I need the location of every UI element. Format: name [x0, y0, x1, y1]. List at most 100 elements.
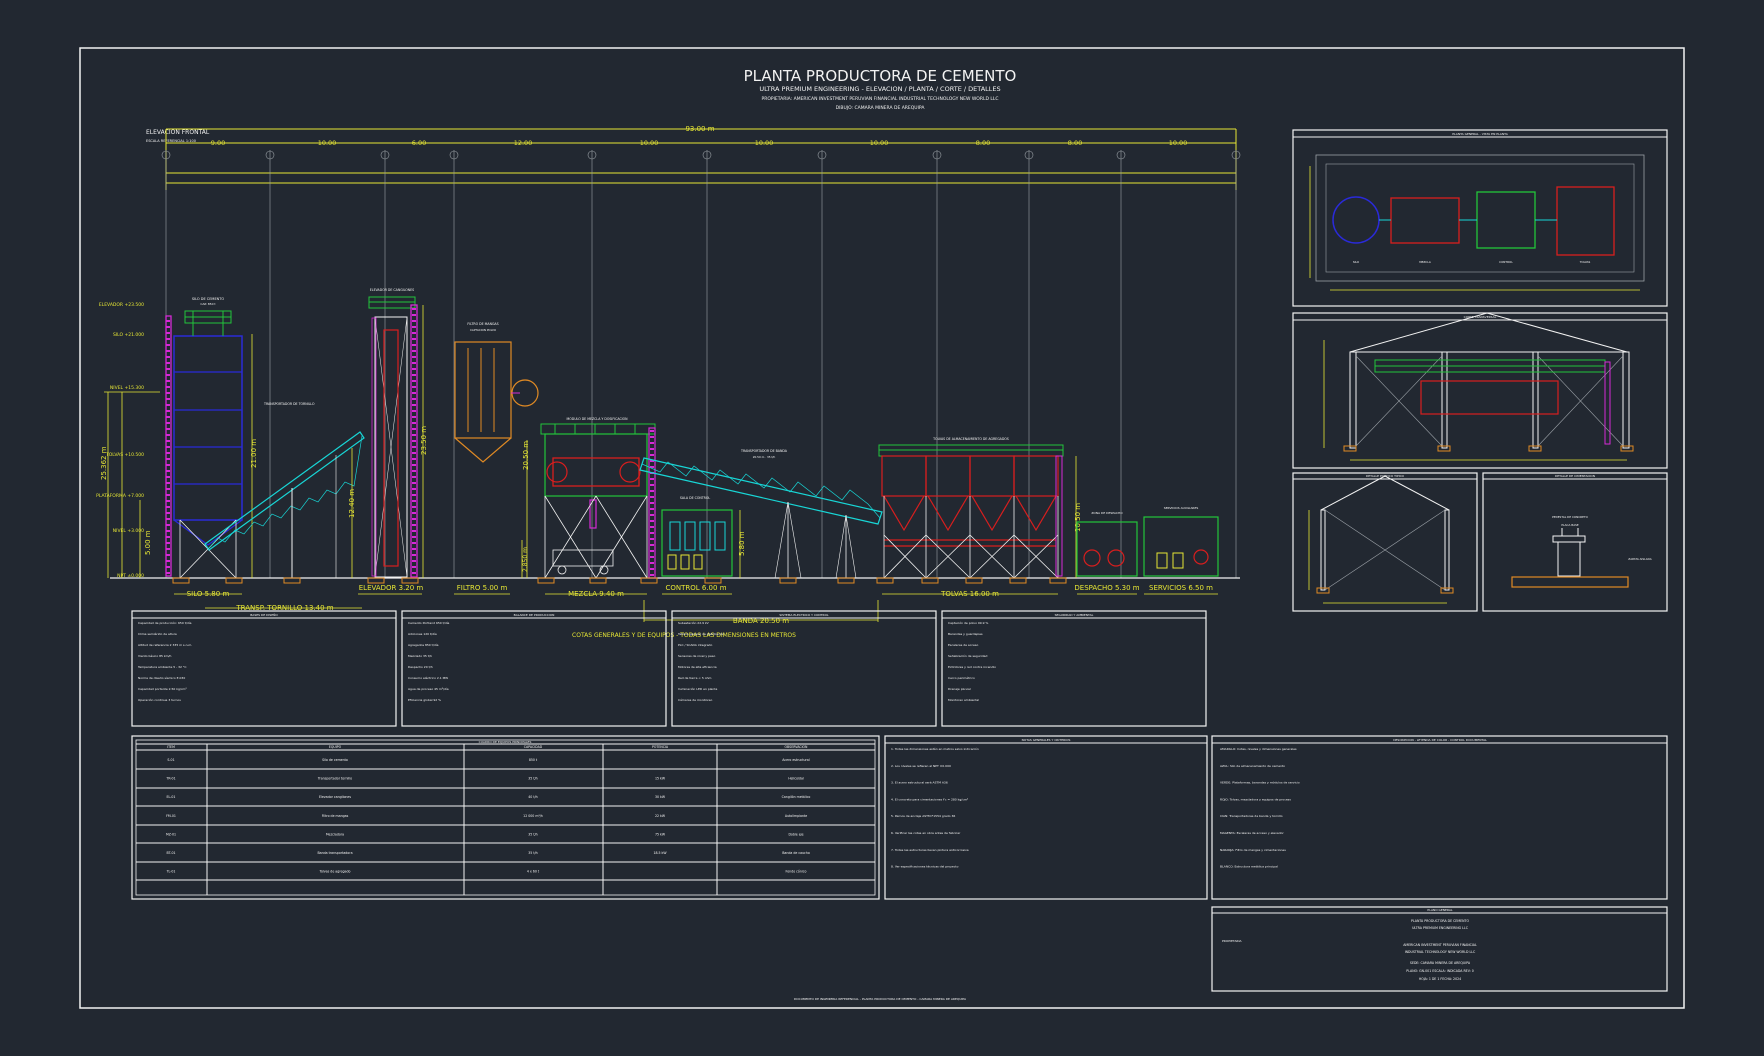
table-cell: 75 kW	[655, 832, 666, 836]
info-box-line: Cámaras de monitoreo	[678, 698, 713, 702]
note-line: 4. El concreto para cimentaciones f'c = …	[891, 797, 969, 801]
table-header: CAPACIDAD	[524, 745, 543, 749]
footer-note: DOCUMENTO DE INGENIERIA REFERENCIAL - PL…	[794, 997, 967, 1001]
span-label: 10.00	[755, 139, 774, 147]
table-header: EQUIPO	[329, 745, 342, 749]
info-box-title: BALANCE DE PRODUCCION	[514, 613, 555, 617]
info-box-line: Viento básico 85 km/h	[138, 654, 172, 658]
info-box-title: SISTEMA ELECTRICO Y CONTROL	[779, 613, 829, 617]
info-box-line: Drenaje pluvial	[948, 687, 971, 691]
width-label: SILO 5.80 m	[187, 590, 230, 598]
info-box-line: Sensores de nivel y peso	[678, 654, 715, 658]
plan-label: MEZCLA	[1419, 260, 1431, 264]
level-label: SILO +21.000	[113, 332, 144, 338]
callout-filtro: FILTRO DE MANGAS	[467, 322, 498, 326]
callout-tornillo: TRANSPORTADOR DE TORNILLO	[263, 402, 315, 406]
span-label: 10.00	[640, 139, 659, 147]
span-label: 6.00	[412, 139, 426, 147]
info-box-line: Eficiencia global 92 %	[408, 698, 441, 702]
info-box-line: Clima semiárido de altura	[138, 632, 177, 636]
legend-line: VERDE: Plataformas, barandas y módulos d…	[1220, 781, 1300, 785]
info-box-line: Norma de diseño sísmico E.030	[138, 676, 185, 680]
info-box-line: Consumo eléctrico 2.1 MW	[408, 676, 448, 680]
elevation-label: ELEVACION FRONTAL	[146, 129, 210, 136]
table-cell: 850 t	[529, 758, 538, 762]
table-cell: 35 t/h	[528, 832, 537, 836]
drawing-sheet: PLANTA PRODUCTORA DE CEMENTO ULTRA PREMI…	[0, 0, 1764, 1056]
table-cell: S-01	[167, 758, 174, 762]
drawn-line: DIBUJO: CAMARA MINERA DE AREQUIPA	[836, 105, 926, 111]
table-cell: Silo de cemento	[322, 758, 348, 762]
table-cell: 35 t/h	[528, 777, 537, 781]
info-box-line: Red de tierra < 5 ohm	[678, 676, 711, 680]
width-label: FILTRO 5.00 m	[457, 584, 508, 592]
width-label: SERVICIOS 6.50 m	[1149, 584, 1213, 592]
title-block-line: SEDE: CAMARA MINERA DE AREQUIPA	[1410, 961, 1471, 965]
table-cell: 18.5 kW	[653, 851, 667, 855]
info-box-line: Altitud de referencia 2 335 m s.n.m.	[138, 643, 192, 647]
width-label: CONTROL 6.00 m	[665, 584, 726, 592]
note-line: 8. Ver especificaciones técnicas del pro…	[891, 865, 959, 869]
note-line: 5. Pernos de anclaje ASTM F1554 grado 36	[891, 814, 955, 818]
info-box-line: Capacidad portante 2.50 kg/cm²	[138, 687, 187, 691]
info-box-line: Adiciones 120 t/día	[408, 632, 437, 636]
info-box-line: Tablero general de distribución	[677, 632, 724, 636]
elevation-scale: ESCALA REFERENCIAL 1:100	[146, 139, 196, 143]
table-cell: 35 t/h	[528, 851, 537, 855]
callout-servicios: SERVICIOS AUXILIARES	[1164, 506, 1199, 510]
table-cell: Helicoidal	[788, 777, 804, 781]
legend-line: BLANCO: Estructura metálica principal	[1220, 865, 1278, 869]
title-block-line: AMERICAN INVESTMENT PERUVIAN FINANCIAL	[1403, 943, 1477, 947]
plan-label: SILO	[1353, 260, 1360, 264]
table-cell: Tolvas de agregado	[319, 870, 351, 874]
page-subtitle: ULTRA PREMIUM ENGINEERING - ELEVACION / …	[759, 85, 1000, 93]
table-cell: EL-01	[167, 795, 176, 799]
dim-filtro: 20.50 m	[522, 441, 530, 470]
info-box-line: Subestación 22.9 kV	[678, 621, 710, 625]
table-cell: Filtro de mangas	[322, 814, 349, 818]
info-box-line: Capacidad de producción: 650 t/día	[138, 621, 192, 625]
note-line: 6. Verificar las cotas en obra antes de …	[891, 831, 961, 835]
title-block-header: PLANO GENERAL	[1427, 908, 1453, 912]
table-cell: 12 000 m³/h	[523, 814, 543, 818]
width-label: DESPACHO 5.30 m	[1074, 584, 1139, 592]
table-cell: Doble eje	[788, 832, 803, 836]
legend-line: CIAN: Transportadores de banda y tornill…	[1220, 814, 1283, 818]
note-line: 3. El acero estructural será ASTM A36	[891, 781, 948, 785]
info-box-line: Cerco perimétrico	[948, 676, 975, 680]
span-label: 8.00	[976, 139, 990, 147]
title-block-line: HOJA: 1 DE 1 FECHA: 2024	[1419, 977, 1461, 981]
note-line: 7. Todas las estructuras llevan pintura …	[891, 848, 969, 852]
legend-title: DESCRIPCION - LEYENDA DE COLOR - CONTROL…	[1393, 738, 1487, 742]
table-cell: Mezcladora	[326, 832, 344, 836]
table-cell: Cangilón metálico	[782, 795, 811, 799]
legend-line: ROJO: Tolvas, mezcladora y equipos de pr…	[1220, 797, 1291, 801]
level-label: NIVEL +3.000	[113, 528, 144, 534]
callout-elevador: ELEVADOR DE CANGILONES	[370, 288, 414, 292]
width-label: MEZCLA 9.40 m	[568, 590, 624, 598]
table-title: CUADRO DE EQUIPOS PRINCIPALES	[479, 740, 532, 744]
plan-title: PLANTA GENERAL - VISTA EN PLANTA	[1452, 132, 1508, 136]
info-box-title: BASES DE DISEÑO	[250, 612, 278, 617]
info-box-line: Escaleras de acceso	[948, 643, 978, 647]
detail-right-title: DETALLE DE CIMENTACION	[1555, 474, 1595, 478]
legend-line: AZUL: Silo de almacenamiento de cemento	[1220, 764, 1285, 768]
background	[0, 0, 1764, 1056]
callout-control: SALA DE CONTROL	[680, 496, 711, 500]
span-label: 10.00	[1169, 139, 1188, 147]
table-cell: 22 kW	[655, 814, 666, 818]
callout-mezcla: MODULO DE MEZCLA Y DOSIFICACION	[567, 417, 629, 421]
title-block-line: ULTRA PREMIUM ENGINEERING LLC	[1412, 926, 1469, 930]
info-box-line: Iluminación LED en planta	[678, 687, 717, 691]
table-cell: Elevador cangilones	[319, 795, 351, 799]
level-label: TOLVAS +10.500	[105, 452, 144, 458]
span-label: 10.00	[870, 139, 889, 147]
title-block-lines: PLANTA PRODUCTORA DE CEMENTO ULTRA PREMIU…	[1403, 919, 1477, 981]
owner-line: PROPIETARIA: AMERICAN INVESTMENT PERUVIA…	[761, 96, 998, 102]
info-box-line: Agua de proceso 45 m³/día	[408, 687, 449, 691]
table-header: POTENCIA	[652, 745, 669, 749]
dim-control: 5.80 m	[738, 531, 746, 556]
plan-label: CONTROL	[1499, 260, 1513, 264]
callout-silo-cap: CAP. 850 t	[200, 302, 216, 306]
table-header: ITEM	[167, 745, 175, 749]
